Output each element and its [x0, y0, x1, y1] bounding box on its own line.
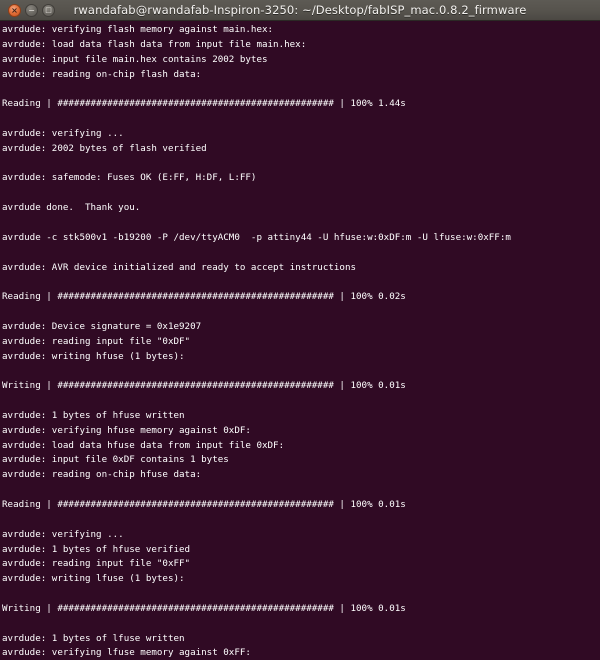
terminal-line: avrdude: 2002 bytes of flash verified — [2, 142, 207, 154]
terminal-line: avrdude: input file main.hex contains 20… — [2, 53, 268, 65]
terminal-line: avrdude -c stk500v1 -b19200 -P /dev/ttyA… — [2, 231, 511, 243]
terminal-line: Writing | ##############################… — [2, 380, 406, 392]
terminal-line: avrdude: verifying hfuse memory against … — [2, 424, 251, 436]
terminal-line: avrdude: reading input file "0xDF" — [2, 335, 191, 347]
terminal-line: avrdude done. Thank you. — [2, 202, 141, 214]
terminal-line: avrdude: AVR device initialized and read… — [2, 261, 357, 273]
terminal-line: avrdude: reading on-chip hfuse data: — [2, 469, 202, 481]
terminal-line: Writing | ##############################… — [2, 602, 406, 614]
terminal-line: avrdude: verifying ... — [2, 127, 124, 139]
maximize-glyph: □ — [45, 5, 52, 14]
terminal-line: Reading | ##############################… — [2, 98, 406, 110]
window-titlebar[interactable]: × − □ rwandafab@rwandafab-Inspiron-3250:… — [0, 0, 600, 21]
terminal-line: avrdude: input file 0xDF contains 1 byte… — [2, 454, 229, 466]
terminal-line: avrdude: 1 bytes of hfuse written — [2, 409, 185, 421]
terminal-lines: avrdude: verifying flash memory against … — [2, 23, 600, 660]
close-icon[interactable]: × — [8, 3, 21, 17]
minimize-glyph: − — [28, 5, 35, 15]
terminal-line: avrdude: 1 bytes of lfuse written — [2, 632, 185, 644]
terminal-line: avrdude: verifying lfuse memory against … — [2, 647, 251, 659]
terminal-line: avrdude: writing hfuse (1 bytes): — [2, 350, 185, 362]
terminal-line: avrdude: reading on-chip flash data: — [2, 68, 202, 80]
terminal-line: avrdude: Device signature = 0x1e9207 — [2, 320, 202, 332]
terminal-output-area[interactable]: avrdude: verifying flash memory against … — [0, 21, 600, 660]
terminal-line: avrdude: load data hfuse data from input… — [2, 439, 285, 451]
terminal-line: Reading | ##############################… — [2, 499, 406, 510]
terminal-line: avrdude: safemode: Fuses OK (E:FF, H:DF,… — [2, 172, 257, 184]
window-title: rwandafab@rwandafab-Inspiron-3250: ~/Des… — [73, 2, 527, 17]
minimize-icon[interactable]: − — [25, 3, 38, 17]
terminal-line: avrdude: verifying ... — [2, 528, 124, 540]
window-controls: × − □ — [8, 3, 55, 17]
terminal-window: × − □ rwandafab@rwandafab-Inspiron-3250:… — [0, 0, 600, 660]
terminal-line: avrdude: verifying flash memory against … — [2, 24, 274, 35]
close-glyph: × — [11, 5, 18, 15]
maximize-icon[interactable]: □ — [42, 3, 55, 17]
terminal-line: avrdude: 1 bytes of hfuse verified — [2, 543, 191, 555]
terminal-line: avrdude: writing lfuse (1 bytes): — [2, 573, 185, 585]
terminal-line: avrdude: load data flash data from input… — [2, 38, 307, 50]
terminal-line: avrdude: reading input file "0xFF" — [2, 558, 191, 570]
terminal-line: Reading | ##############################… — [2, 291, 406, 303]
